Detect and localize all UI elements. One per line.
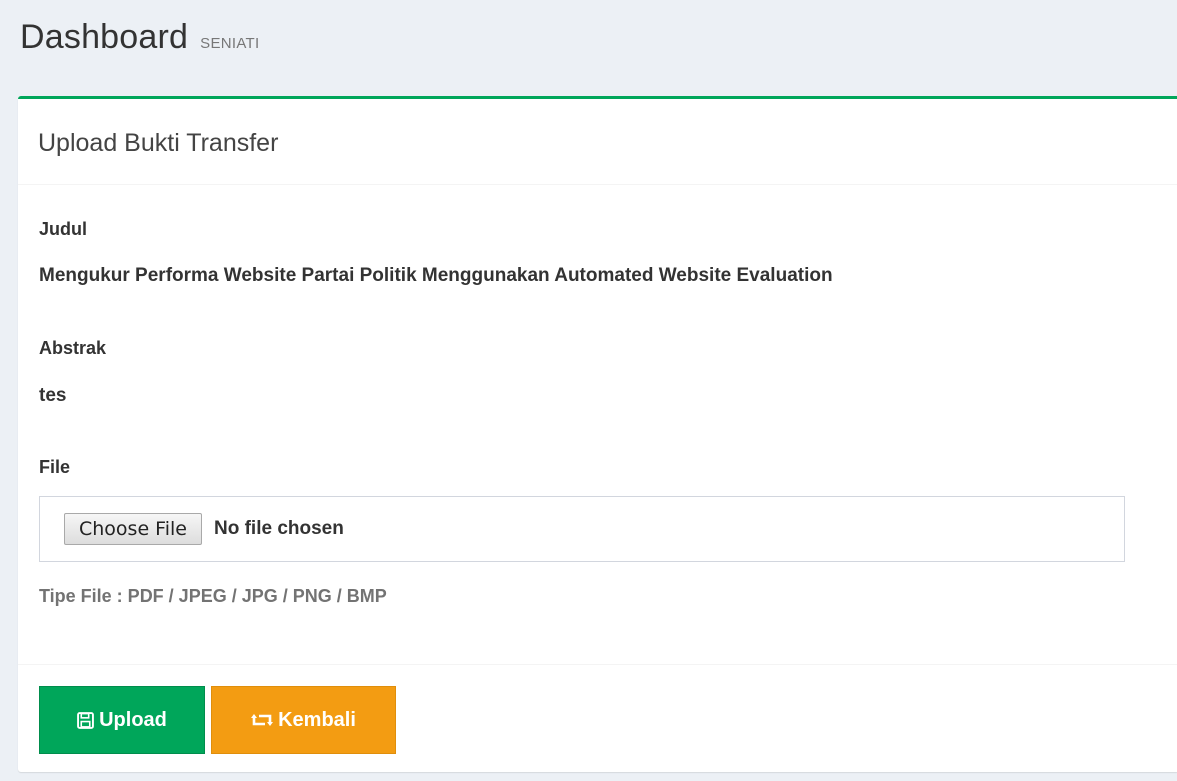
abstrak-value: tes (39, 385, 67, 406)
judul-label: Judul (39, 219, 87, 239)
file-help-text: Tipe File : PDF / JPEG / JPG / PNG / BMP (39, 586, 387, 606)
box-title: Upload Bukti Transfer (38, 129, 279, 157)
page: Dashboard SENIATI Upload Bukti Transfer … (0, 0, 1177, 781)
box-header: Upload Bukti Transfer (18, 99, 1177, 185)
box-body: Judul Mengukur Performa Website Partai P… (18, 185, 1177, 663)
upload-button[interactable]: Upload (39, 686, 205, 754)
box-footer: Upload Kembali (18, 664, 1177, 772)
abstrak-label: Abstrak (39, 338, 107, 358)
retweet-icon (251, 712, 274, 728)
back-button[interactable]: Kembali (211, 686, 396, 754)
page-title: Dashboard (20, 18, 189, 56)
save-icon (77, 711, 95, 729)
file-label: File (39, 457, 71, 477)
judul-value: Mengukur Performa Website Partai Politik… (39, 265, 833, 286)
page-subtitle: SENIATI (200, 35, 260, 52)
choose-file-button[interactable]: Choose File (64, 513, 202, 545)
content-header: Dashboard SENIATI (20, 18, 259, 68)
upload-button-label: Upload (99, 708, 167, 731)
file-input[interactable]: Choose File No file chosen (39, 496, 1125, 562)
upload-box: Upload Bukti Transfer Judul Mengukur Per… (18, 96, 1177, 772)
file-status: No file chosen (213, 518, 344, 539)
back-button-label: Kembali (278, 708, 356, 731)
